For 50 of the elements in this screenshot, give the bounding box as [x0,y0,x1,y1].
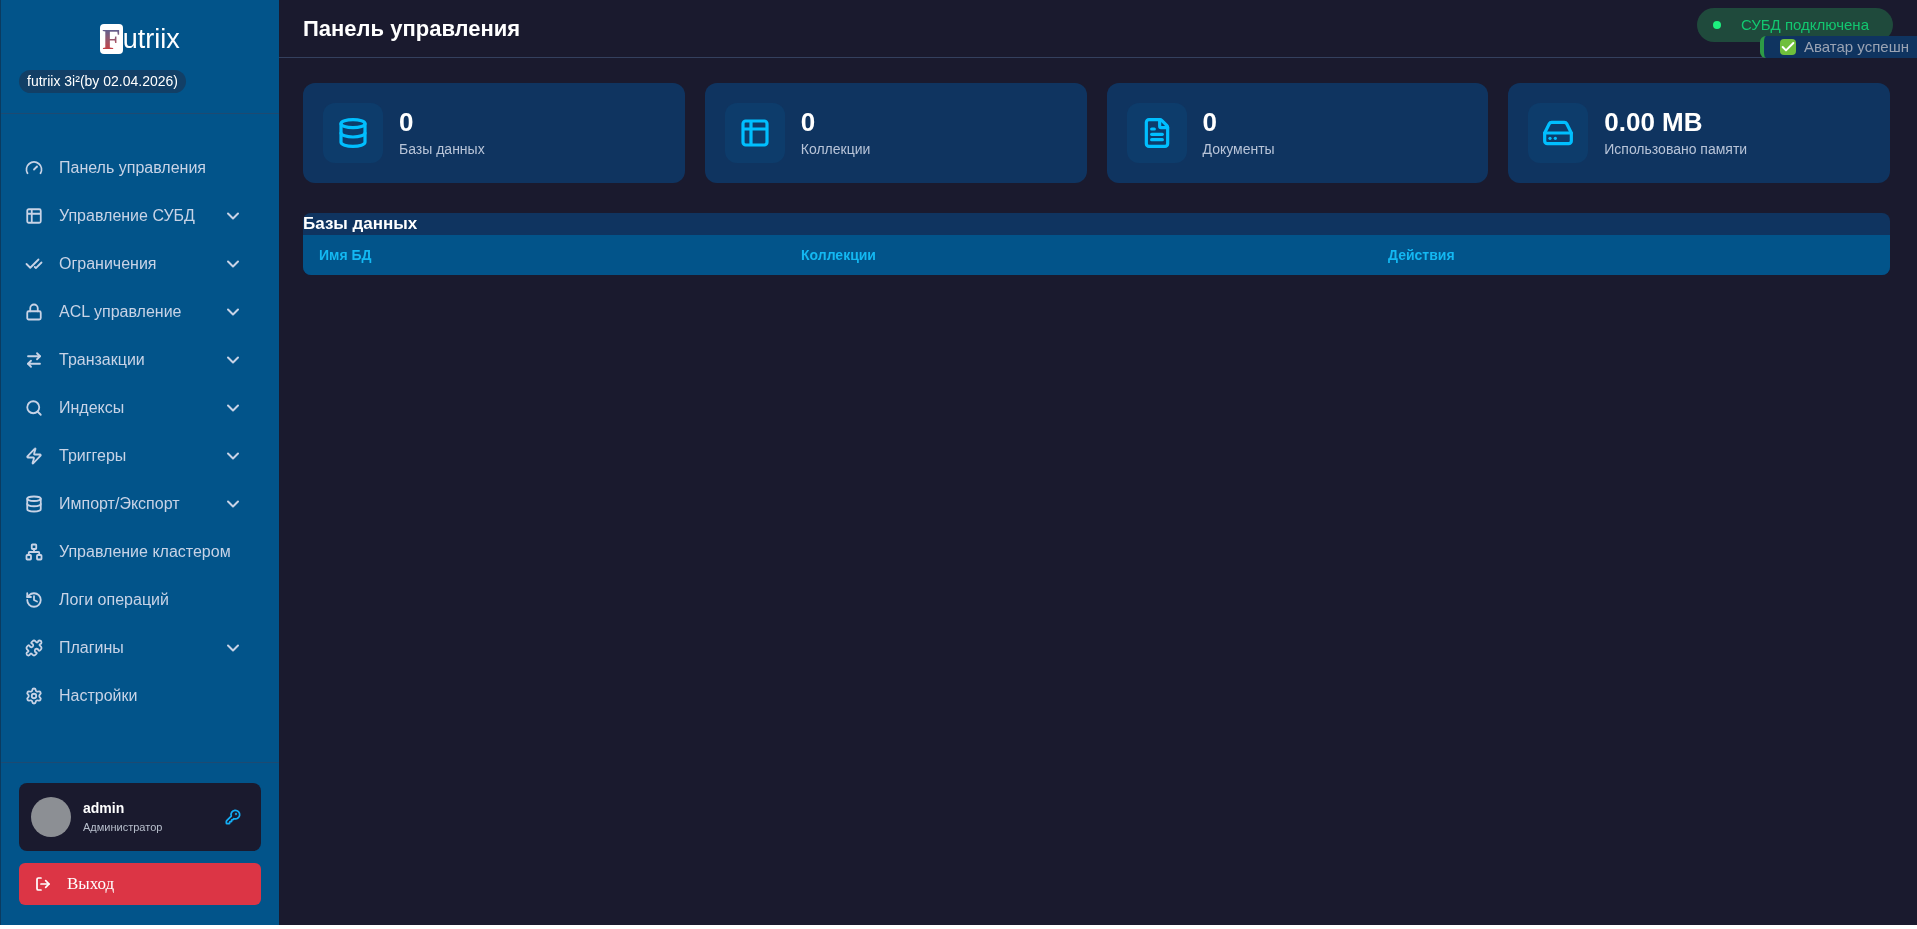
key-icon[interactable] [225,809,241,825]
logout-button[interactable]: Выход [19,863,261,905]
sidebar-item[interactable]: Настройки [59,684,138,708]
database-icon [25,495,43,513]
page-title: Панель управления [303,15,521,43]
database-icon [337,117,369,149]
avatar-placeholder [31,797,71,837]
user-role: Администратор [83,820,163,836]
gauge-icon [25,159,43,177]
sidebar-item[interactable]: Управление СУБД [59,204,195,228]
logo-letter: F [100,24,123,54]
version-badge: futriix 3i²(by 02.04.2026) [19,70,186,93]
sidebar-item[interactable]: Логи операций [59,588,169,612]
network-icon [25,543,43,561]
history-icon [25,591,43,609]
sidebar-item[interactable]: Импорт/Экспорт [59,492,180,516]
swap-arrows-icon [25,351,43,369]
stat-label: Документы [1202,139,1275,159]
stat-value: 0 [1202,106,1218,139]
settings-icon [25,687,43,705]
stat-value: 0.00 MB [1604,106,1704,139]
stat-value: 0 [399,106,415,139]
lock-icon [25,303,43,321]
toast-text: Аватар успешн [1804,36,1909,57]
sidebar-item[interactable]: ACL управление [59,300,182,324]
table-icon [738,117,771,149]
sidebar-item[interactable]: Индексы [59,396,125,420]
column-header: Имя БД [319,245,373,265]
lightning-icon [25,447,43,465]
table-title: Базы данных [303,213,419,235]
stat-label: Использовано памяти [1604,139,1748,159]
user-name: admin [83,799,126,819]
sidebar-item[interactable]: Плагины [59,636,124,660]
column-header: Коллекции [801,245,877,265]
check-icon [1780,39,1796,55]
stat-label: Базы данных [399,139,485,159]
sidebar-item[interactable]: Транзакции [59,348,145,372]
column-header: Действия [1388,245,1456,265]
sidebar-item[interactable]: Панель управления [59,156,206,180]
stat-value: 0 [800,106,817,139]
logo-text: utriix [122,25,180,53]
toast-text: СУБД подключена [1740,14,1869,35]
sidebar-item[interactable]: Управление кластером [59,540,231,564]
sidebar-item[interactable]: Ограничения [59,252,157,276]
table-icon [25,207,43,225]
puzzle-icon [25,639,43,657]
stat-label: Коллекции [800,139,871,159]
search-icon [25,399,43,417]
logout-icon [35,876,51,892]
sidebar-item[interactable]: Триггеры [59,444,127,468]
